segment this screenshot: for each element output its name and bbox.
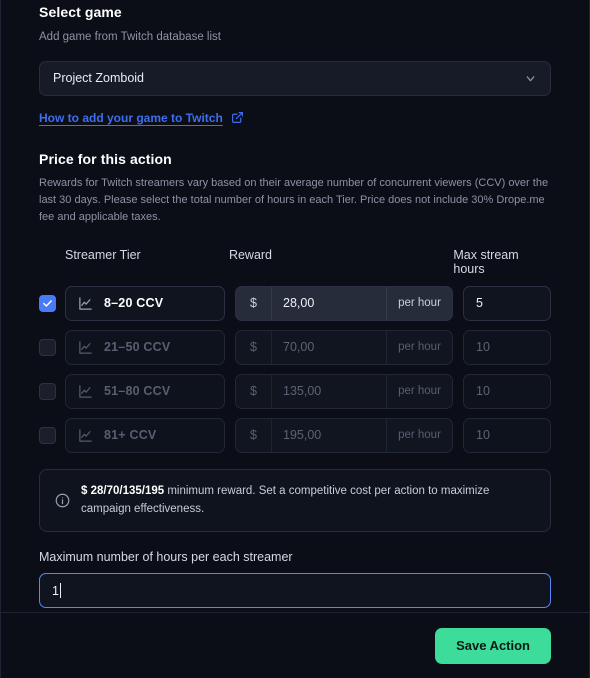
max-hours-cell[interactable]: 10	[463, 417, 551, 453]
tier-pill[interactable]: 8–20 CCV	[65, 285, 225, 321]
chevron-down-icon	[524, 72, 537, 85]
reward-field[interactable]: $195,00 per hour	[235, 417, 453, 453]
tier-row: 21–50 CCV $70,00 per hour 10	[39, 329, 551, 365]
line-chart-icon	[78, 428, 93, 443]
tier-checkbox[interactable]	[39, 294, 56, 312]
max-hours-input-value: 1	[52, 583, 59, 598]
max-hours-cell[interactable]: 10	[463, 373, 551, 409]
minimum-reward-amounts: $ 28/70/135/195	[81, 484, 165, 497]
tier-checkbox[interactable]	[39, 338, 56, 356]
tier-checkbox[interactable]	[39, 382, 56, 400]
tier-label: 51–80 CCV	[104, 384, 171, 399]
tier-label: 21–50 CCV	[104, 340, 171, 355]
tier-pill[interactable]: 21–50 CCV	[65, 329, 225, 365]
per-hour-suffix: per hour	[386, 374, 452, 408]
twitch-help-link-row[interactable]: How to add your game to Twitch	[39, 111, 551, 125]
column-header-max-hours: Max stream hours	[453, 247, 519, 276]
tier-pill[interactable]: 51–80 CCV	[65, 373, 225, 409]
per-hour-suffix: per hour	[386, 286, 452, 320]
minimum-reward-note: $ 28/70/135/195 minimum reward. Set a co…	[39, 468, 551, 533]
info-circle-icon	[55, 493, 70, 508]
panel-footer: Save Action	[1, 612, 589, 678]
column-header-tier: Streamer Tier	[65, 247, 141, 262]
tier-row: 81+ CCV $195,00 per hour 10	[39, 417, 551, 453]
twitch-help-link[interactable]: How to add your game to Twitch	[39, 111, 223, 125]
tier-table-headers: Streamer Tier Reward Max stream hours	[39, 248, 551, 276]
tier-row: 51–80 CCV $135,00 per hour 10	[39, 373, 551, 409]
max-hours-cell[interactable]: 5	[463, 285, 551, 321]
max-hours-cell[interactable]: 10	[463, 329, 551, 365]
reward-field[interactable]: $135,00 per hour	[235, 373, 453, 409]
per-hour-suffix: per hour	[386, 418, 452, 452]
panel-body: Select game Add game from Twitch databas…	[1, 0, 589, 612]
reward-field[interactable]: $28,00 per hour	[235, 285, 453, 321]
tier-checkbox[interactable]	[39, 426, 56, 444]
tier-pill[interactable]: 81+ CCV	[65, 417, 225, 453]
reward-value: 70,00	[283, 340, 315, 355]
line-chart-icon	[78, 340, 93, 355]
select-game-title: Select game	[39, 4, 122, 20]
select-game-subtitle: Add game from Twitch database list	[39, 31, 221, 43]
currency-symbol: $	[236, 330, 272, 364]
reward-value: 135,00	[283, 384, 322, 399]
game-select-value: Project Zomboid	[53, 71, 145, 86]
action-settings-panel: Select game Add game from Twitch databas…	[0, 0, 590, 678]
select-game-section: Select game Add game from Twitch databas…	[39, 4, 551, 125]
external-link-icon[interactable]	[231, 111, 244, 124]
tier-label: 81+ CCV	[104, 428, 157, 443]
price-section-title: Price for this action	[39, 150, 172, 167]
max-hours-input[interactable]: 1	[39, 573, 551, 609]
price-section-description: Rewards for Twitch streamers vary based …	[39, 176, 549, 223]
currency-symbol: $	[236, 418, 272, 452]
currency-symbol: $	[236, 286, 272, 320]
price-section: Price for this action Rewards for Twitch…	[39, 151, 551, 612]
save-action-button[interactable]: Save Action	[435, 627, 551, 664]
reward-value: 28,00	[283, 296, 315, 311]
currency-symbol: $	[236, 374, 272, 408]
per-hour-suffix: per hour	[386, 330, 452, 364]
game-select[interactable]: Project Zomboid	[39, 60, 551, 96]
tier-rows: 8–20 CCV $28,00 per hour 5 21–50 CCV $70,00 pe…	[39, 285, 551, 453]
reward-value: 195,00	[283, 428, 322, 443]
tier-label: 8–20 CCV	[104, 296, 164, 311]
minimum-reward-note-text: $ 28/70/135/195 minimum reward. Set a co…	[81, 483, 535, 519]
reward-field[interactable]: $70,00 per hour	[235, 329, 453, 365]
tier-row: 8–20 CCV $28,00 per hour 5	[39, 285, 551, 321]
column-header-reward: Reward	[228, 247, 273, 262]
max-hours-label: Maximum number of hours per each streame…	[39, 550, 293, 565]
line-chart-icon	[78, 384, 93, 399]
line-chart-icon	[78, 296, 93, 311]
text-caret	[59, 583, 62, 599]
